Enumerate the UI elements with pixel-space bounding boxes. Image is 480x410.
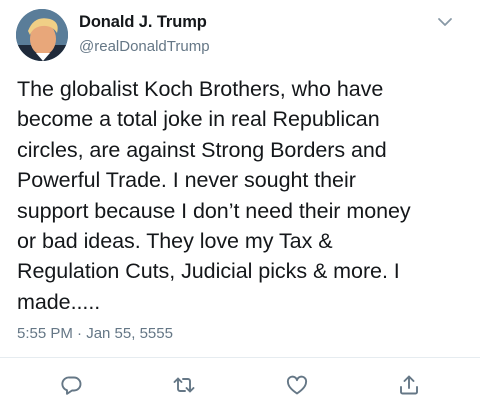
chevron-down-icon[interactable] — [436, 15, 454, 29]
tweet-timestamp[interactable]: 5:55 PM · Jan 55, 5555 — [17, 325, 173, 342]
reply-button[interactable] — [60, 373, 84, 397]
author-name[interactable]: Donald J. Trump — [79, 13, 207, 32]
retweet-button[interactable] — [172, 373, 196, 397]
author-handle[interactable]: @realDonaldTrump — [79, 38, 210, 55]
author-avatar[interactable] — [16, 9, 68, 61]
share-icon — [400, 375, 418, 395]
retweet-icon — [173, 377, 195, 393]
tweet-card: Donald J. Trump @realDonaldTrump The glo… — [0, 0, 480, 410]
tweet-text: The globalist Koch Brothers, who have be… — [17, 77, 411, 314]
reply-icon — [61, 376, 82, 395]
divider — [0, 357, 480, 358]
avatar-image — [16, 9, 68, 61]
share-button[interactable] — [397, 373, 421, 397]
like-button[interactable] — [285, 373, 309, 397]
like-icon — [286, 375, 308, 395]
